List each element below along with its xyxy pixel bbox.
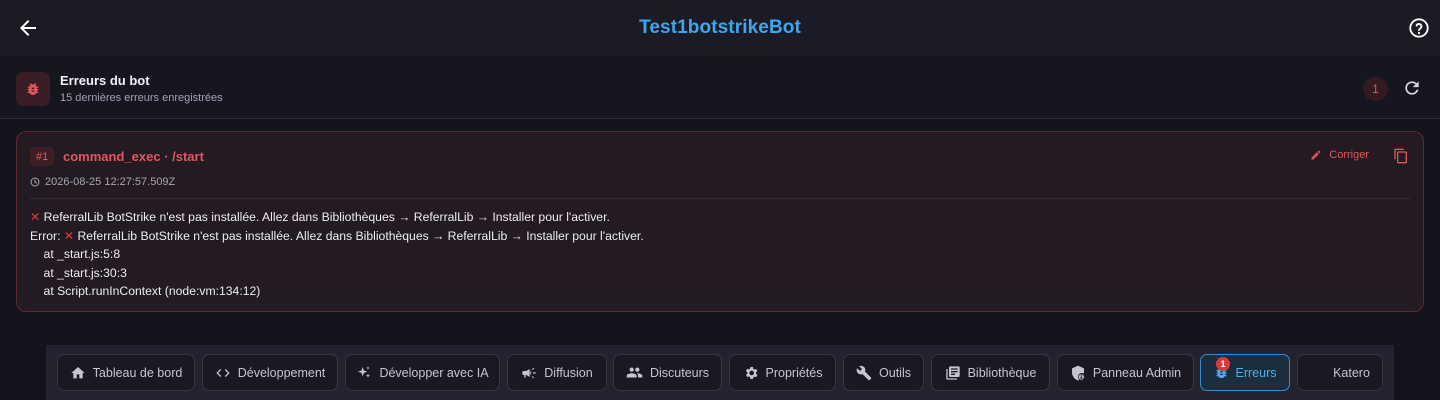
error-command: command_exec · /start <box>63 149 204 164</box>
cross-mark-icon: ✕ <box>63 228 75 243</box>
error-timestamp: 2026-08-25 12:27:57.509Z <box>30 176 175 188</box>
stack-line: at _start.js:30:3 <box>30 265 127 280</box>
tab-label: Développer avec IA <box>379 365 489 380</box>
clock-icon <box>30 177 40 187</box>
error-line: ✕ ReferralLib BotStrike n'est pas instal… <box>30 208 1410 227</box>
home-icon <box>71 366 85 378</box>
bottom-nav: Tableau de bord Développement Développer… <box>46 345 1394 400</box>
tab-label: Tableau de bord <box>92 365 183 380</box>
bug-icon-box <box>16 72 50 106</box>
tab-tools[interactable]: Outils <box>843 354 924 391</box>
tab-label: Diffusion <box>544 365 593 380</box>
card-divider <box>30 198 1410 199</box>
stack-line: at _start.js:5:8 <box>30 247 121 261</box>
errors-header: Erreurs du bot 15 dernières erreurs enre… <box>0 56 1440 119</box>
tab-dashboard[interactable]: Tableau de bord <box>57 354 195 391</box>
megaphone-icon <box>522 367 536 378</box>
sparkle-icon <box>358 365 371 378</box>
section-subtitle: 15 dernières erreurs enregistrées <box>60 92 223 104</box>
people-icon <box>626 367 643 378</box>
tab-broadcast[interactable]: Diffusion <box>507 354 607 391</box>
fix-button[interactable]: Corriger <box>1310 149 1369 161</box>
arrow-left-icon[interactable] <box>16 16 40 40</box>
code-icon <box>216 368 230 377</box>
tab-chatters[interactable]: Discuteurs <box>613 354 722 391</box>
tab-errors[interactable]: Erreurs 1 <box>1200 354 1290 391</box>
fix-button-label: Corriger <box>1329 149 1369 161</box>
gear-icon <box>745 366 757 379</box>
error-card: #1 command_exec · /start 2026-08-25 12:2… <box>16 131 1424 312</box>
tab-library[interactable]: Bibliothèque <box>931 354 1050 391</box>
stack-line: at Script.runInContext (node:vm:134:12) <box>30 284 261 298</box>
tab-development[interactable]: Développement <box>202 354 338 391</box>
timestamp-text: 2026-08-25 12:27:57.509Z <box>45 176 176 188</box>
error-line-text: ReferralLib BotStrike n'est pas installé… <box>43 210 610 224</box>
bug-icon <box>27 83 39 96</box>
tab-label: Erreurs <box>1235 365 1277 380</box>
section-title: Erreurs du bot <box>60 73 150 88</box>
cross-mark-icon: ✕ <box>30 210 41 224</box>
help-circle-icon[interactable] <box>1408 17 1430 39</box>
tab-label: Discuteurs <box>649 365 710 380</box>
tab-label: Outils <box>879 365 911 380</box>
tab-label: Développement <box>237 365 326 380</box>
refresh-icon[interactable] <box>1402 78 1422 98</box>
tab-properties[interactable]: Propriétés <box>729 354 836 391</box>
errors-count-badge: 1 <box>1216 357 1230 371</box>
error-message: ✕ ReferralLib BotStrike n'est pas instal… <box>30 208 1410 301</box>
tab-label: Panneau Admin <box>1092 365 1182 380</box>
error-line: Error: ✕ ReferralLib BotStrike n'est pas… <box>30 227 1410 246</box>
error-prefix: Error: <box>30 228 64 243</box>
error-line-text: ReferralLib BotStrike n'est pas installé… <box>77 228 644 243</box>
tab-label: Katero <box>1333 365 1370 380</box>
tab-admin-panel[interactable]: Panneau Admin <box>1057 354 1194 391</box>
page-title: Test1botstrikeBot <box>639 17 801 38</box>
pencil-icon <box>1311 150 1321 160</box>
library-icon <box>945 365 960 380</box>
tab-develop-ai[interactable]: Développer avec IA <box>345 354 500 391</box>
admin-shield-icon <box>1071 365 1084 380</box>
error-count-badge: 1 <box>1363 77 1388 101</box>
error-number-badge: #1 <box>30 147 55 166</box>
top-bar: Test1botstrikeBot <box>0 0 1440 56</box>
tab-katero[interactable]: Katero <box>1297 354 1383 391</box>
tab-label: Propriétés <box>765 365 823 380</box>
tab-label: Bibliothèque <box>967 365 1037 380</box>
wrench-icon <box>856 365 872 380</box>
copy-icon[interactable] <box>1393 148 1409 164</box>
